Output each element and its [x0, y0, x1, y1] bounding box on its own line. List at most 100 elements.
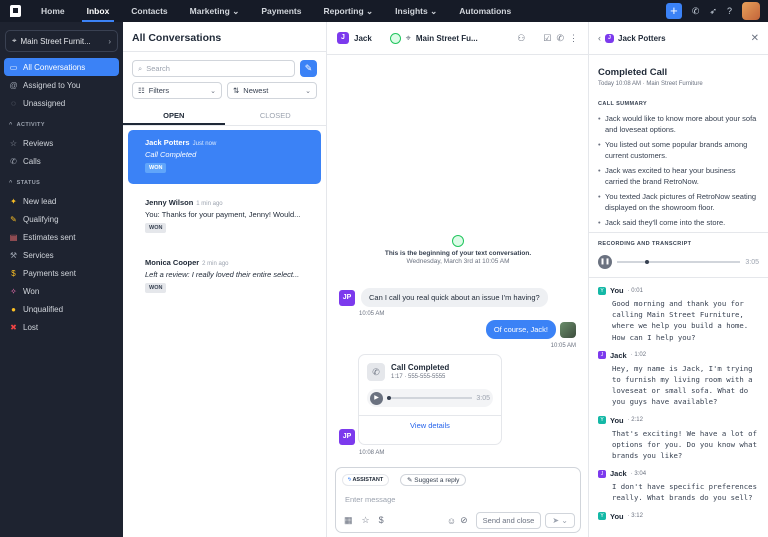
send-and-close-button[interactable]: Send and close	[475, 512, 542, 529]
speaker-avatar: J	[598, 351, 606, 360]
conversation-list-panel: All Conversations ⌕ Search ✎ ☷ Filters ⌄ ⇅ N…	[123, 22, 327, 537]
sidebar-item-won[interactable]: ✧ Won	[4, 282, 119, 300]
suggest-reply-button[interactable]: ✎ Suggest a reply	[400, 474, 467, 486]
rocket-icon[interactable]: ➶	[709, 6, 717, 17]
check-square-icon[interactable]: ☑	[543, 33, 551, 44]
sidebar-item-label: Payments sent	[23, 268, 76, 278]
location-selector[interactable]: ⌖ Main Street Furnit... ›	[5, 30, 118, 52]
conversation-item[interactable]: Monica Cooper 2 min ago Left a review: I …	[128, 250, 321, 304]
transcript-text: Hey, my name is Jack, I'm trying to furn…	[612, 363, 753, 407]
sort-label: Newest	[243, 86, 269, 95]
chevron-left-icon[interactable]: ‹	[598, 33, 601, 43]
sidebar-item-reviews[interactable]: ☆ Reviews	[4, 134, 119, 152]
attachment-icon[interactable]: ⊘	[460, 515, 468, 526]
conversation-time: 2 min ago	[202, 261, 229, 267]
recording-header: RECORDING AND TRANSCRIPT	[598, 241, 692, 247]
recording-track[interactable]	[617, 260, 741, 264]
conversation-start: This is the beginning of your text conve…	[327, 235, 589, 265]
message-time: 10:05 AM	[359, 311, 385, 317]
sidebar-item-payments-sent[interactable]: $ Payments sent	[4, 264, 119, 282]
message-time: 10:05 AM	[550, 343, 576, 349]
status-badge: WON	[145, 283, 167, 293]
sidebar-item-lost[interactable]: ✖ Lost	[4, 318, 119, 336]
face-icon: ●	[11, 304, 16, 314]
tools-icon: ⚒	[9, 250, 18, 260]
transcript-entry: Y You · 3:12	[589, 512, 768, 521]
chevron-up-icon: ^	[9, 180, 13, 186]
sender-avatar: JP	[339, 429, 355, 445]
nav-contacts[interactable]: Contacts	[120, 0, 178, 22]
send-button[interactable]: ➤ ⌄	[545, 513, 575, 528]
nav-reporting[interactable]: Reporting ⌄	[313, 0, 385, 22]
nav-payments[interactable]: Payments	[250, 0, 312, 22]
user-avatar[interactable]	[742, 2, 760, 20]
play-icon[interactable]: ▶	[370, 391, 383, 405]
conversation-item[interactable]: Jenny Wilson 1 min ago You: Thanks for yo…	[128, 190, 321, 244]
transcript-entry: J Jack · 1:02 Hey, my name is Jack, I'm tr…	[589, 351, 768, 408]
contact-name[interactable]: Jack	[354, 34, 372, 43]
star-icon[interactable]: ☆	[362, 515, 370, 526]
help-icon[interactable]: ?	[727, 6, 732, 16]
speaker-time: · 2:12	[627, 417, 643, 424]
dollar-icon[interactable]: $	[379, 515, 384, 526]
activity-section-header[interactable]: ^ ACTIVITY	[0, 116, 123, 134]
audio-track[interactable]	[387, 396, 473, 400]
chat-location[interactable]: Main Street Fu...	[416, 34, 478, 43]
close-icon[interactable]: ✕	[751, 33, 759, 44]
nav-insights[interactable]: Insights ⌄	[384, 0, 448, 22]
inbox-icon: ▭	[9, 62, 18, 72]
conversation-preview: Call Completed	[145, 150, 197, 159]
sidebar-item-qualifying[interactable]: ✎ Qualifying	[4, 210, 119, 228]
sort-dropdown[interactable]: ⇅ Newest ⌄	[227, 82, 317, 99]
sidebar-item-unassigned[interactable]: ◌ Unassigned	[4, 94, 119, 112]
assistant-label: ASSISTANT	[352, 477, 384, 483]
phone-icon[interactable]: ✆	[556, 33, 564, 44]
sidebar-item-all-conversations[interactable]: ▭ All Conversations	[4, 58, 119, 76]
conversation-item[interactable]: Jack Potters Just now Call Completed WON	[128, 130, 321, 184]
call-meta: 1:17 · 555-555-5555	[391, 374, 446, 380]
speaker-avatar: Y	[598, 512, 606, 521]
more-icon[interactable]: ⋮	[569, 33, 578, 44]
section-label: ACTIVITY	[16, 122, 45, 128]
tab-closed[interactable]: CLOSED	[225, 107, 327, 125]
recording-duration: 3:05	[745, 258, 759, 266]
sidebar-item-new-lead[interactable]: ✦ New lead	[4, 192, 119, 210]
emoji-icon[interactable]: ☺	[447, 516, 456, 526]
tab-open[interactable]: OPEN	[123, 107, 225, 125]
nav-marketing[interactable]: Marketing ⌄	[179, 0, 251, 22]
pause-icon[interactable]: ❚❚	[598, 255, 612, 269]
audio-player: ▶ 3:05	[367, 389, 493, 407]
phone-icon[interactable]: ✆	[692, 6, 700, 17]
new-button[interactable]: +	[665, 3, 682, 19]
nav-inbox[interactable]: Inbox	[76, 0, 121, 22]
sidebar: ⌖ Main Street Furnit... › ▭ All Conversat…	[0, 22, 123, 537]
view-details-link[interactable]: View details	[359, 415, 501, 430]
call-details-panel: ‹ J Jack Potters ✕ Completed Call Today …	[589, 22, 768, 537]
sidebar-item-unqualified[interactable]: ● Unqualified	[4, 300, 119, 318]
transcript-text: Good morning and thank you for calling M…	[612, 299, 749, 342]
template-icon[interactable]: ▦	[344, 515, 353, 526]
sidebar-item-estimates-sent[interactable]: ▤ Estimates sent	[4, 228, 119, 246]
sidebar-item-assigned[interactable]: @ Assigned to You	[4, 76, 119, 94]
filters-dropdown[interactable]: ☷ Filters ⌄	[132, 82, 222, 99]
location-name: Main Street Furnit...	[20, 36, 91, 46]
compose-button[interactable]: ✎	[300, 60, 317, 77]
message-input[interactable]: Enter message	[345, 495, 395, 504]
sidebar-item-services[interactable]: ⚒ Services	[4, 246, 119, 264]
speaker-name: You	[610, 286, 624, 295]
status-section-header[interactable]: ^ STATUS	[0, 174, 123, 192]
message-composer: ϟ ASSISTANT ✎ Suggest a reply Enter mess…	[335, 467, 581, 533]
app-logo[interactable]	[0, 0, 30, 22]
sidebar-item-label: Estimates sent	[23, 232, 76, 242]
assign-icon[interactable]: ⚇	[517, 33, 525, 44]
nav-automations[interactable]: Automations	[448, 0, 522, 22]
sidebar-item-label: Assigned to You	[23, 80, 81, 90]
sidebar-item-calls[interactable]: ✆ Calls	[4, 152, 119, 170]
message-bubble: Of course, Jack!	[485, 320, 556, 339]
audio-duration: 3:05	[476, 394, 490, 402]
search-input[interactable]: ⌕ Search	[132, 60, 295, 77]
sidebar-item-label: Qualifying	[23, 214, 59, 224]
nav-home[interactable]: Home	[30, 0, 76, 22]
speaker-time: · 1:02	[630, 352, 647, 359]
assistant-button[interactable]: ϟ ASSISTANT	[342, 474, 390, 486]
